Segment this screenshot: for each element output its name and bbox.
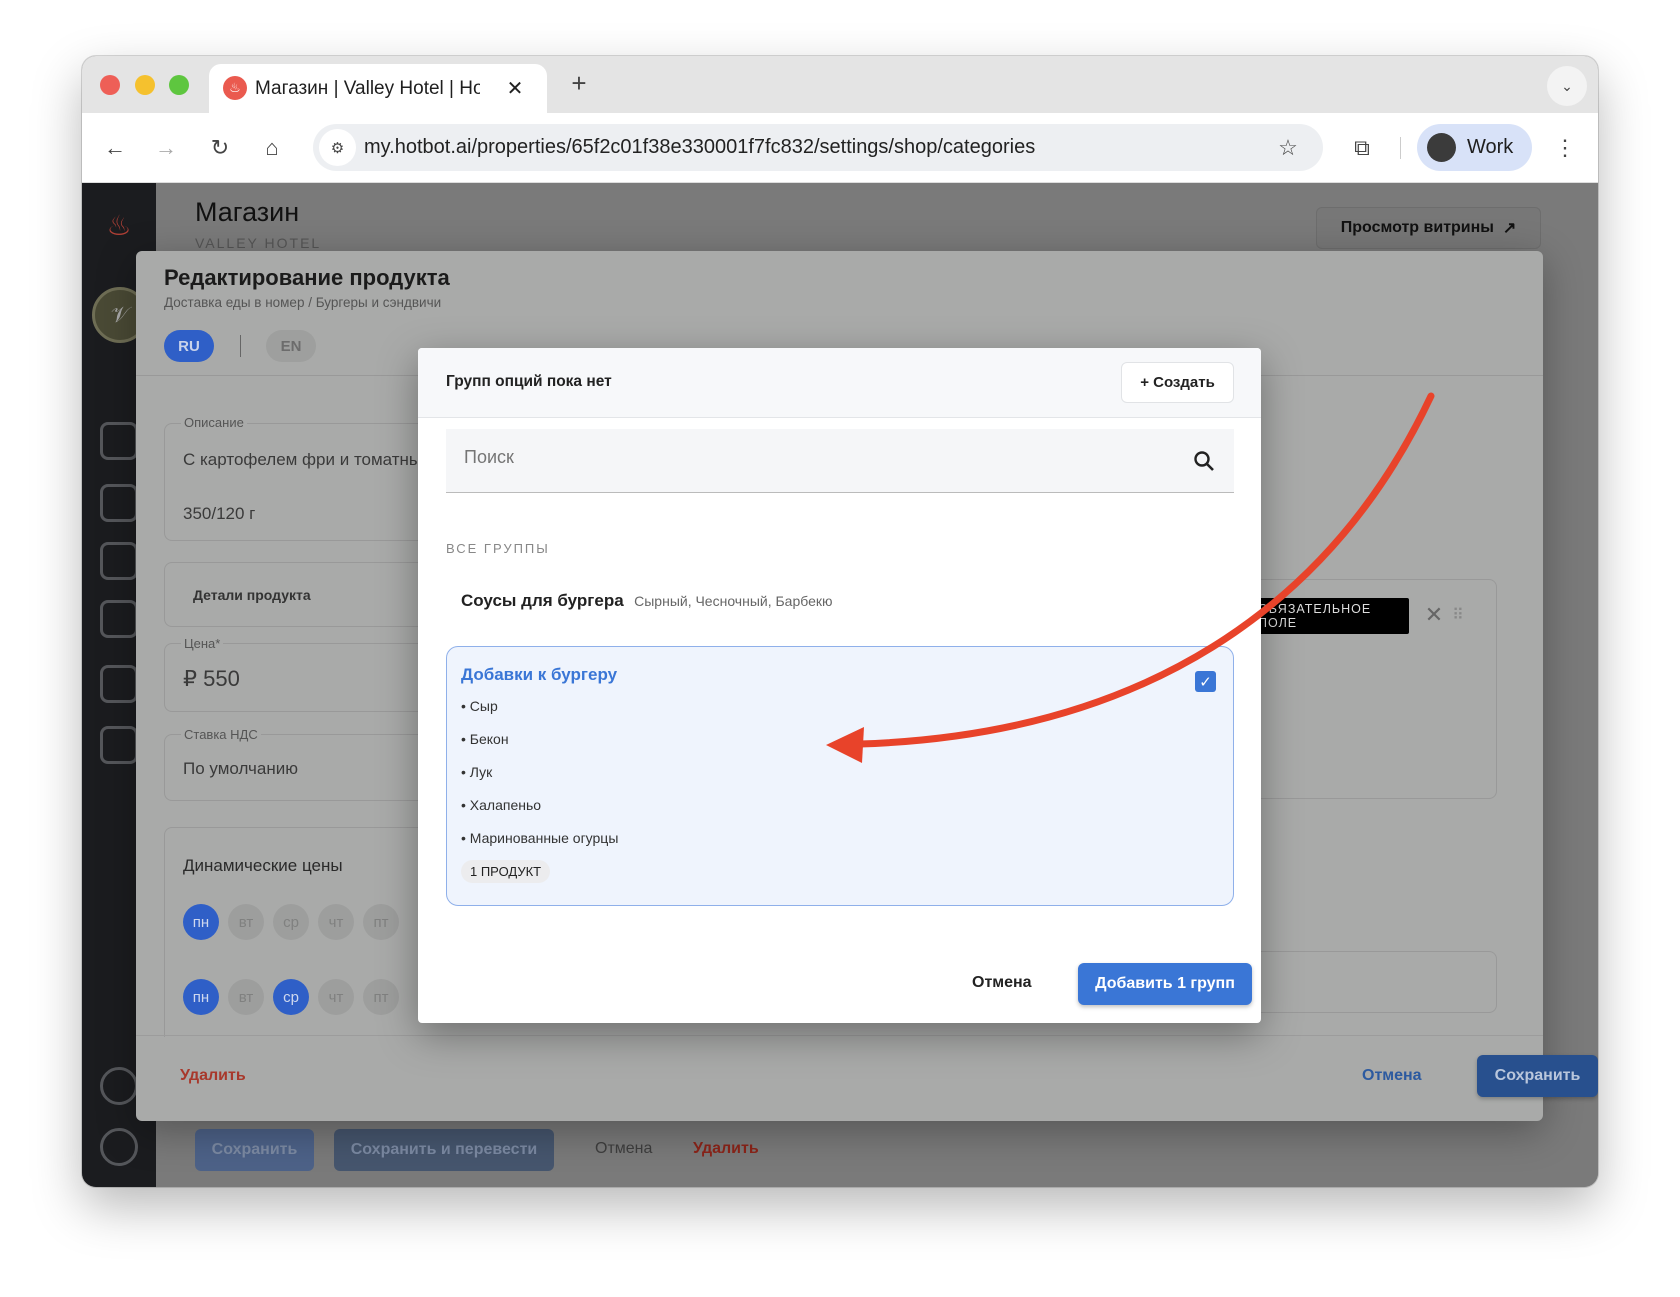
save-button[interactable]: Сохранить bbox=[195, 1129, 314, 1171]
group-item: • Маринованные огурцы bbox=[461, 830, 619, 846]
save-translate-button[interactable]: Сохранить и перевести bbox=[334, 1129, 554, 1171]
bottom-action-bar: Сохранить Сохранить и перевести Отмена У… bbox=[195, 1128, 1575, 1187]
description-line-2: 350/120 г bbox=[183, 504, 256, 523]
group-item: • Лук bbox=[461, 764, 493, 780]
group-card-toppings-selected[interactable]: Добавки к бургеру ✓ • Сыр • Бекон • Лук … bbox=[446, 646, 1234, 906]
search-input-field[interactable] bbox=[464, 447, 1164, 468]
price-label: Цена* bbox=[181, 636, 224, 651]
group-checkbox-checked[interactable]: ✓ bbox=[1195, 671, 1216, 692]
avatar bbox=[1427, 133, 1456, 162]
group-name: Соусы для бургера bbox=[461, 591, 624, 610]
group-summary: Сырный, Чесночный, Барбекю bbox=[634, 593, 833, 609]
page-title: Магазин bbox=[195, 197, 300, 227]
bookmark-star-icon[interactable]: ☆ bbox=[1273, 133, 1303, 163]
dynamic-prices-title: Динамические цены bbox=[183, 856, 343, 875]
extensions-icon[interactable]: ⧉ bbox=[1347, 133, 1377, 163]
minimize-window-button[interactable] bbox=[135, 75, 155, 95]
cancel-link[interactable]: Отмена bbox=[595, 1140, 652, 1158]
day-toggle-чт[interactable]: чт bbox=[318, 979, 354, 1015]
panel-cancel-button[interactable]: Отмена bbox=[1362, 1067, 1422, 1085]
close-tab-icon[interactable]: ✕ bbox=[501, 74, 529, 102]
chat-icon[interactable] bbox=[100, 726, 138, 764]
remove-group-close-icon[interactable]: ✕ bbox=[1420, 601, 1448, 629]
search-icon[interactable] bbox=[1192, 449, 1216, 473]
tab-title: Магазин | Valley Hotel | Hotbot bbox=[255, 78, 480, 99]
price-value: ₽ 550 bbox=[183, 666, 240, 691]
analytics-icon[interactable] bbox=[100, 422, 138, 460]
delete-link[interactable]: Удалить bbox=[693, 1140, 759, 1158]
dialog-title: Групп опций пока нет bbox=[446, 373, 612, 390]
storefront-label: Просмотр витрины bbox=[1340, 219, 1494, 236]
forward-arrow-icon[interactable]: → bbox=[151, 133, 181, 163]
tasks-check-icon[interactable] bbox=[100, 484, 138, 522]
group-item: • Сыр bbox=[461, 698, 498, 714]
description-label: Описание bbox=[181, 415, 247, 430]
url-text[interactable]: my.hotbot.ai/properties/65f2c01f38e33000… bbox=[364, 136, 1035, 159]
breadcrumb: Доставка еды в номер / Бургеры и сэндвич… bbox=[164, 295, 442, 310]
site-settings-icon[interactable]: ⚙ bbox=[319, 129, 356, 166]
menu-kebab-icon[interactable]: ⋮ bbox=[1552, 133, 1578, 163]
toolbar-divider bbox=[1400, 137, 1401, 159]
dialog-header: Групп опций пока нет + Создать bbox=[418, 348, 1261, 418]
vat-value: По умолчанию bbox=[183, 759, 298, 778]
day-toggle-пн[interactable]: пн bbox=[183, 979, 219, 1015]
section-label: ВСЕ ГРУППЫ bbox=[446, 541, 550, 556]
browser-tab[interactable]: ♨ Магазин | Valley Hotel | Hotbot ✕ bbox=[209, 64, 547, 114]
hotbot-logo-icon: ♨ bbox=[106, 209, 132, 241]
group-item: • Халапеньо bbox=[461, 797, 542, 813]
settings-gear-icon[interactable] bbox=[100, 1067, 138, 1105]
day-toggle-ср[interactable]: ср bbox=[273, 979, 309, 1015]
vat-label: Ставка НДС bbox=[181, 727, 261, 742]
description-line-1: С картофелем фри и томатны bbox=[183, 450, 422, 469]
reload-icon[interactable]: ↻ bbox=[205, 133, 235, 163]
page-content: ♨ 𝒱 ? Магазин VALLEY HOTEL Просмотр витр… bbox=[82, 183, 1598, 1187]
product-details-label: Детали продукта bbox=[193, 587, 311, 603]
address-bar[interactable]: ⚙ my.hotbot.ai/properties/65f2c01f38e330… bbox=[313, 124, 1323, 171]
group-row-sauces[interactable]: Соусы для бургера Сырный, Чесночный, Бар… bbox=[461, 591, 833, 611]
storefront-preview-button[interactable]: Просмотр витрины ↗ bbox=[1316, 207, 1541, 249]
tab-list-chevron-down-icon[interactable]: ⌄ bbox=[1547, 66, 1587, 106]
search-input[interactable] bbox=[446, 429, 1234, 493]
back-arrow-icon[interactable]: ← bbox=[100, 133, 130, 163]
maximize-window-button[interactable] bbox=[169, 75, 189, 95]
day-toggle-пн[interactable]: пн bbox=[183, 904, 219, 940]
profile-button[interactable]: Work bbox=[1417, 124, 1532, 171]
create-group-button[interactable]: + Создать bbox=[1121, 362, 1234, 403]
home-icon[interactable]: ⌂ bbox=[257, 133, 287, 163]
day-toggle-ср[interactable]: ср bbox=[273, 904, 309, 940]
panel-delete-button[interactable]: Удалить bbox=[180, 1067, 246, 1085]
add-groups-button[interactable]: Добавить 1 групп bbox=[1078, 963, 1252, 1005]
product-count-badge: 1 ПРОДУКТ bbox=[461, 860, 551, 883]
group-name: Добавки к бургеру bbox=[461, 665, 618, 684]
footer-divider bbox=[136, 1035, 1543, 1036]
profile-name: Work bbox=[1467, 136, 1514, 158]
day-toggle-вт[interactable]: вт bbox=[228, 904, 264, 940]
dialog-cancel-button[interactable]: Отмена bbox=[972, 974, 1032, 992]
drag-handle-icon[interactable]: ⠿ bbox=[1448, 601, 1468, 629]
day-toggle-вт[interactable]: вт bbox=[228, 979, 264, 1015]
lang-tab-en[interactable]: EN bbox=[266, 330, 316, 362]
inbox-icon[interactable] bbox=[100, 542, 138, 580]
lang-tab-ru[interactable]: RU bbox=[164, 330, 214, 362]
browser-window: ♨ Магазин | Valley Hotel | Hotbot ✕ + ⌄ … bbox=[82, 56, 1598, 1187]
browser-toolbar: ← → ↻ ⌂ ⚙ my.hotbot.ai/properties/65f2c0… bbox=[82, 113, 1598, 183]
reviews-star-icon[interactable] bbox=[100, 600, 138, 638]
account-icon[interactable] bbox=[100, 1128, 138, 1166]
option-groups-dialog: Групп опций пока нет + Создать ВСЕ ГРУПП… bbox=[418, 348, 1261, 1023]
tab-bar: ♨ Магазин | Valley Hotel | Hotbot ✕ + ⌄ bbox=[82, 56, 1598, 114]
day-toggle-пт[interactable]: пт bbox=[363, 979, 399, 1015]
page-subtitle: VALLEY HOTEL bbox=[195, 235, 322, 251]
shop-cart-icon[interactable] bbox=[100, 665, 138, 703]
day-toggle-пт[interactable]: пт bbox=[363, 904, 399, 940]
group-item: • Бекон bbox=[461, 731, 509, 747]
panel-save-button[interactable]: Сохранить bbox=[1477, 1055, 1598, 1097]
lang-divider bbox=[240, 335, 241, 357]
close-window-button[interactable] bbox=[100, 75, 120, 95]
panel-title: Редактирование продукта bbox=[164, 265, 450, 290]
required-field-badge[interactable]: ОБЯЗАТЕЛЬНОЕ ПОЛЕ bbox=[1258, 598, 1409, 634]
hotbot-favicon-icon: ♨ bbox=[223, 76, 247, 100]
new-tab-icon[interactable]: + bbox=[564, 68, 594, 98]
day-toggle-чт[interactable]: чт bbox=[318, 904, 354, 940]
